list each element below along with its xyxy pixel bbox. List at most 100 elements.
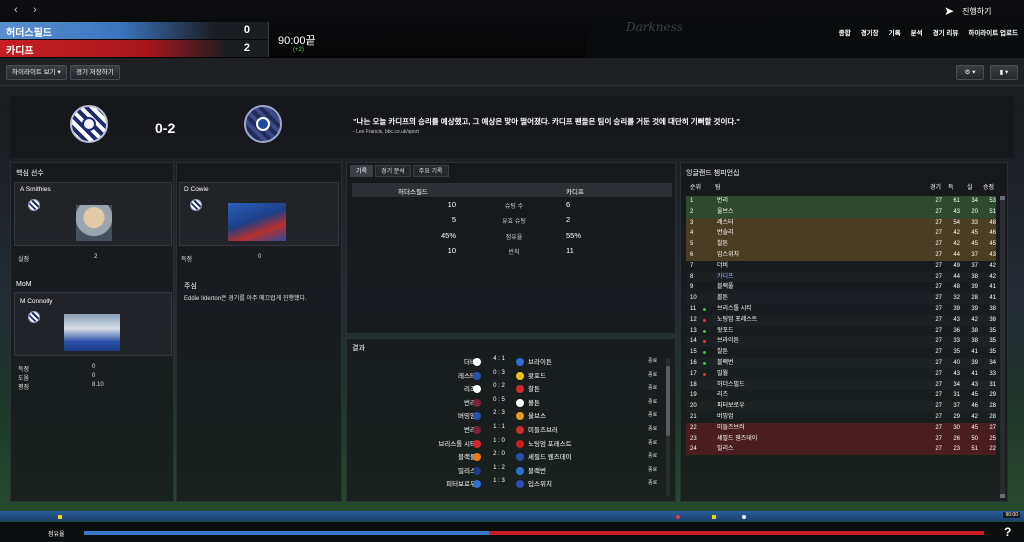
- tab-stats[interactable]: 기록: [350, 165, 374, 177]
- home-club-crest[interactable]: [70, 105, 108, 143]
- goal-ball-icon[interactable]: [742, 515, 746, 519]
- result-away-team[interactable]: 브라이튼: [528, 356, 552, 366]
- result-away-team[interactable]: 울브스: [528, 410, 546, 420]
- league-table-row[interactable]: 16 블랙번 27 40 39 34: [686, 358, 996, 369]
- league-table-row[interactable]: 15 찰튼 27 35 41 35: [686, 347, 996, 358]
- menu-item-upload[interactable]: 하이라이트 업로드: [968, 27, 1018, 37]
- result-away-team[interactable]: 찰튼: [528, 383, 540, 393]
- league-table-row[interactable]: 14 브라이튼 27 33 38 35: [686, 336, 996, 347]
- menu-item-analysis[interactable]: 분석: [911, 27, 923, 37]
- league-table-row[interactable]: 8 카디프 27 44 38 42: [686, 272, 996, 283]
- league-table-row[interactable]: 18 허더스필드 27 34 43 31: [686, 380, 996, 391]
- result-row[interactable]: 피터보로우 1 : 3 입스위치 종료: [352, 478, 662, 492]
- team-name[interactable]: 리즈: [717, 390, 728, 401]
- team-name[interactable]: 번슬리: [717, 228, 734, 239]
- team-name[interactable]: 피터보로우: [717, 401, 745, 412]
- proceed-button[interactable]: ➤ 진행하기: [944, 4, 992, 18]
- result-row[interactable]: 번리 1 : 1 미들즈브러 종료: [352, 424, 662, 438]
- chat-button[interactable]: ▮ ▾: [990, 65, 1018, 80]
- league-table-row[interactable]: 21 버밍엄 27 29 42 28: [686, 412, 996, 423]
- results-scrollbar[interactable]: [666, 358, 670, 496]
- result-away-team[interactable]: 왓포드: [528, 370, 546, 380]
- result-home-team[interactable]: 브리스톨 시티: [438, 438, 476, 448]
- league-table-row[interactable]: 10 볼튼 27 32 28 41: [686, 293, 996, 304]
- league-table-row[interactable]: 5 찰튼 27 42 45 45: [686, 239, 996, 250]
- league-table-row[interactable]: 20 피터보로우 27 37 46 28: [686, 401, 996, 412]
- mom-player-name[interactable]: M Connolly: [20, 298, 53, 305]
- away-team-name[interactable]: 카디프: [6, 42, 34, 57]
- team-name[interactable]: 왓포드: [717, 326, 734, 337]
- team-name[interactable]: 브리스톨 시티: [717, 304, 752, 315]
- result-away-team[interactable]: 노팅엄 포레스트: [528, 438, 572, 448]
- league-table-row[interactable]: 6 입스위치 27 44 37 43: [686, 250, 996, 261]
- result-row[interactable]: 번리 0 : 5 볼튼 종료: [352, 397, 662, 411]
- team-name[interactable]: 블랙풀: [717, 282, 734, 293]
- team-name[interactable]: 카디프: [717, 272, 734, 283]
- result-away-team[interactable]: 미들즈브러: [528, 424, 558, 434]
- menu-item-review[interactable]: 경기 리뷰: [933, 27, 959, 37]
- team-name[interactable]: 밀리스: [717, 444, 734, 455]
- result-row[interactable]: 브리스톨 시티 1 : 0 노팅엄 포레스트 종료: [352, 438, 662, 452]
- result-row[interactable]: 밀리스 1 : 2 블랙번 종료: [352, 465, 662, 479]
- league-table-row[interactable]: 24 밀리스 27 23 51 22: [686, 444, 996, 456]
- away-club-crest[interactable]: [244, 105, 282, 143]
- scroll-down-icon[interactable]: [1000, 494, 1005, 498]
- league-table-row[interactable]: 4 번슬리 27 42 45 46: [686, 228, 996, 240]
- team-name[interactable]: 버밍엄: [717, 412, 734, 423]
- team-name[interactable]: 미들즈브러: [717, 423, 745, 434]
- team-name[interactable]: 노팅엄 포레스트: [717, 315, 757, 326]
- team-name[interactable]: 브라이튼: [717, 336, 739, 347]
- league-table-row[interactable]: 3 레스터 27 54 33 48: [686, 217, 996, 229]
- league-table-row[interactable]: 2 울브스 27 43 20 51: [686, 206, 996, 218]
- team-name[interactable]: 레스터: [717, 218, 734, 229]
- league-table-row[interactable]: 22 미들즈브러 27 30 45 27: [686, 422, 996, 434]
- result-away-team[interactable]: 입스위치: [528, 478, 552, 488]
- help-icon[interactable]: ?: [1004, 525, 1011, 539]
- result-row[interactable]: 버밍엄 2 : 3 울브스 종료: [352, 410, 662, 424]
- team-name[interactable]: 밀월: [717, 369, 728, 380]
- result-home-team[interactable]: 피터보로우: [446, 478, 476, 488]
- menu-item-stats[interactable]: 기록: [889, 27, 901, 37]
- forward-arrow-icon[interactable]: ›: [33, 4, 37, 16]
- team-name[interactable]: 볼튼: [717, 293, 728, 304]
- menu-item-pitch[interactable]: 경기장: [861, 27, 879, 37]
- back-arrow-icon[interactable]: ‹: [14, 4, 18, 16]
- yellow-card-icon[interactable]: [712, 515, 716, 519]
- league-table-row[interactable]: 7 더비 27 49 37 42: [686, 261, 996, 272]
- league-table-row[interactable]: 23 셰필드 웬즈데이 27 26 50 25: [686, 433, 996, 445]
- league-table-row[interactable]: 12 노팅엄 포레스트 27 43 42 38: [686, 315, 996, 326]
- team-name[interactable]: 허더스필드: [717, 380, 745, 391]
- team-name[interactable]: 입스위치: [717, 250, 739, 261]
- event-marker-icon[interactable]: [676, 515, 680, 519]
- match-timeline[interactable]: 90:00: [0, 511, 1024, 521]
- team-name[interactable]: 번리: [717, 196, 728, 207]
- league-scrollbar[interactable]: [1000, 196, 1005, 498]
- league-table-row[interactable]: 11 브리스톨 시티 27 39 39 38: [686, 304, 996, 315]
- result-row[interactable]: 리즈 0 : 2 찰튼 종료: [352, 383, 662, 397]
- team-name[interactable]: 찰튼: [717, 347, 728, 358]
- home-key-player-name[interactable]: A Smithies: [20, 186, 51, 193]
- save-match-button[interactable]: 경기 저장하기: [70, 65, 120, 80]
- result-away-team[interactable]: 볼튼: [528, 397, 540, 407]
- home-team-name[interactable]: 허더스필드: [6, 24, 52, 39]
- league-table-row[interactable]: 13 왓포드 27 36 38 35: [686, 326, 996, 337]
- team-name[interactable]: 셰필드 웬즈데이: [717, 434, 757, 445]
- team-name[interactable]: 울브스: [717, 207, 734, 218]
- result-row[interactable]: 레스터 0 : 3 왓포드 종료: [352, 370, 662, 384]
- league-table-row[interactable]: 9 블랙풀 27 48 39 41: [686, 282, 996, 293]
- scrollbar-thumb[interactable]: [666, 366, 670, 436]
- menu-item-overview[interactable]: 종합: [839, 27, 851, 37]
- league-table-row[interactable]: 1 번리 27 61 34 53: [686, 196, 996, 207]
- yellow-card-icon[interactable]: [58, 515, 62, 519]
- league-table-row[interactable]: 19 리즈 27 31 45 29: [686, 390, 996, 401]
- settings-button[interactable]: ⚙ ▾: [956, 65, 984, 80]
- scroll-up-icon[interactable]: [1000, 196, 1005, 200]
- result-row[interactable]: 더비 4 : 1 브라이튼 종료: [352, 356, 662, 370]
- away-key-player-name[interactable]: D Cowie: [184, 186, 209, 193]
- result-row[interactable]: 블랙풀 2 : 0 셰필드 웬즈데이 종료: [352, 451, 662, 465]
- team-name[interactable]: 더비: [717, 261, 728, 272]
- tab-key-stats[interactable]: 주요 기록: [412, 165, 449, 177]
- league-table-row[interactable]: 17 밀월 27 43 41 33: [686, 369, 996, 380]
- tab-analysis[interactable]: 경기 분석: [375, 165, 411, 177]
- team-name[interactable]: 블랙번: [717, 358, 734, 369]
